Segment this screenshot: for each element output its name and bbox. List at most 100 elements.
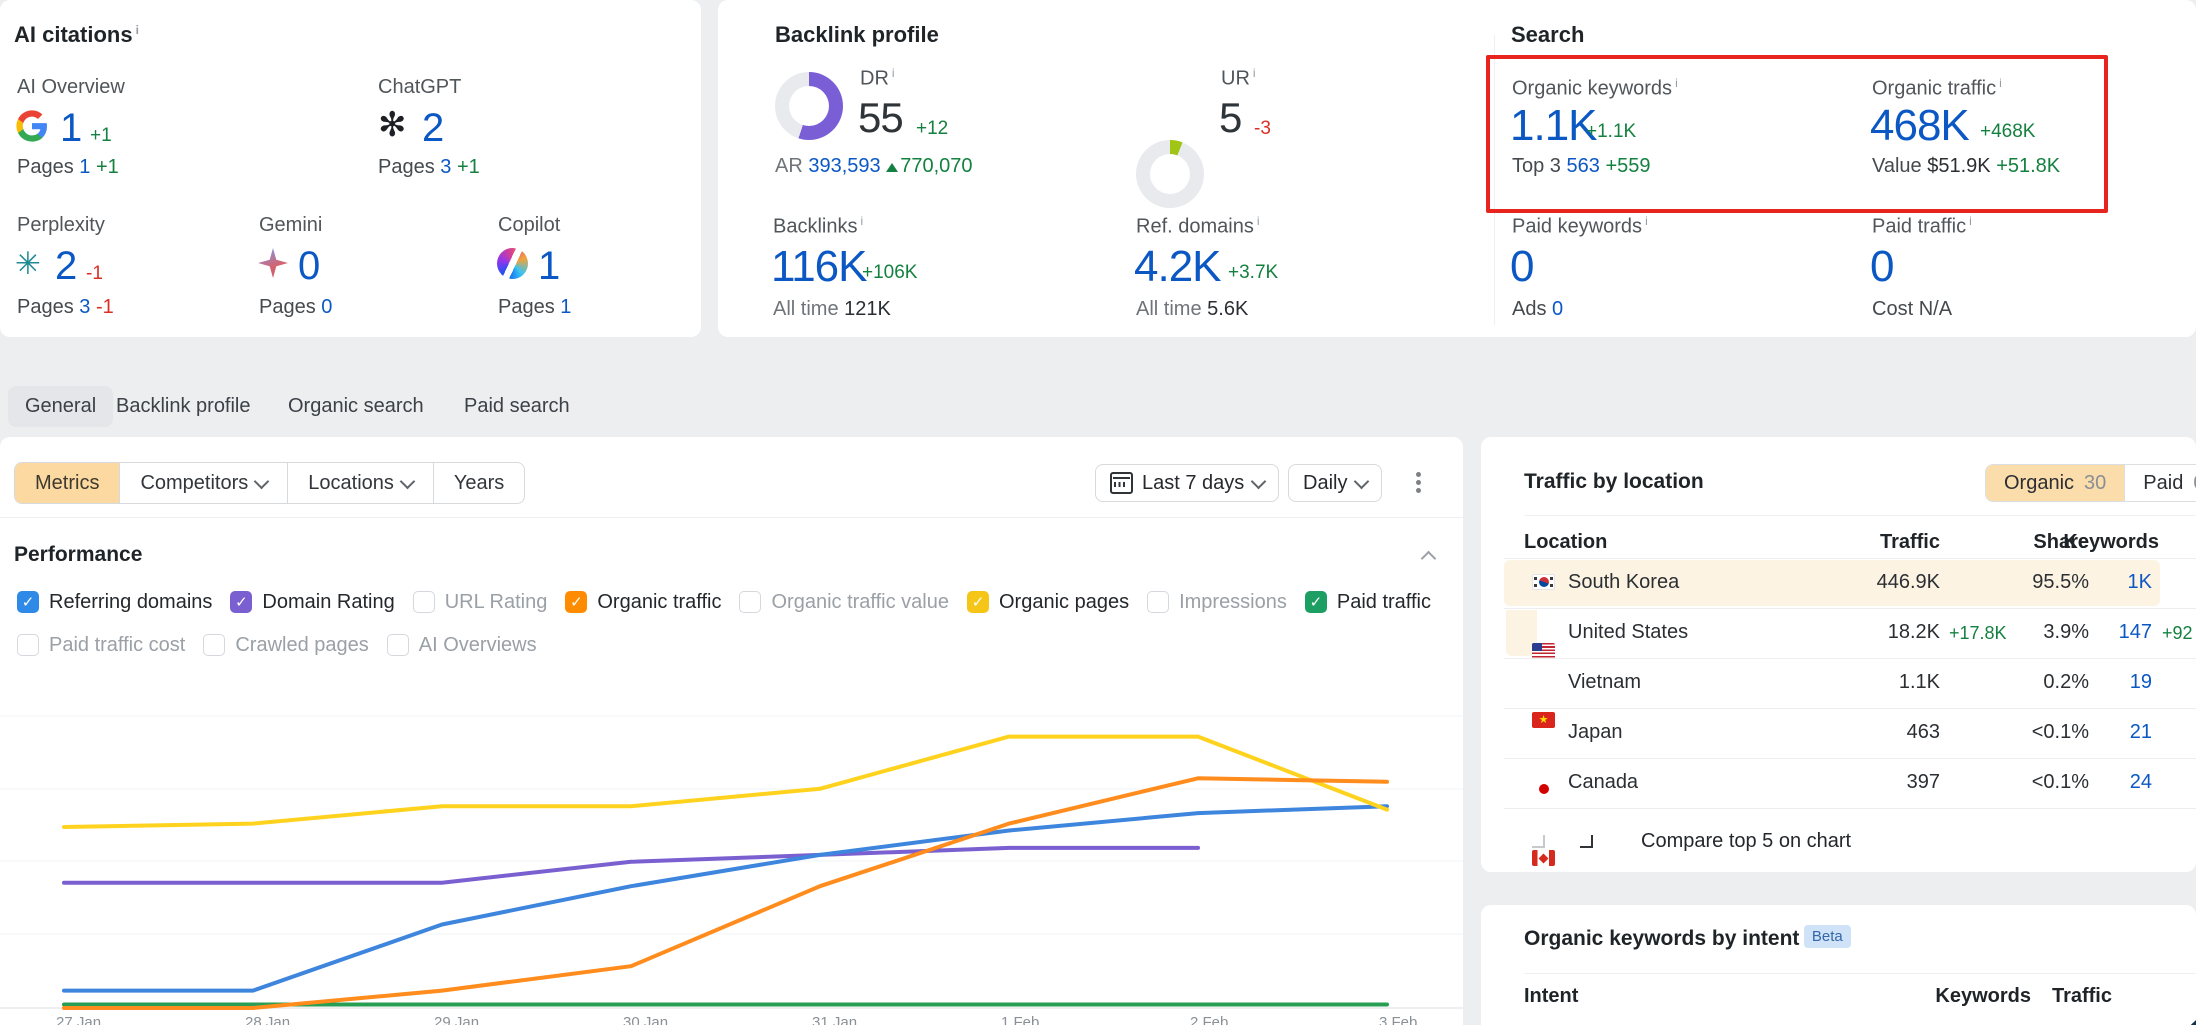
traffic-value: 446.9K	[1801, 571, 1940, 594]
organic-traffic-value[interactable]: 468K	[1870, 101, 1969, 151]
tab-general[interactable]: General	[8, 386, 113, 427]
tab-paid-search[interactable]: Paid search	[464, 395, 570, 418]
ur-value: 5	[1219, 94, 1241, 142]
granularity-button[interactable]: Daily	[1288, 464, 1382, 502]
share-value: <0.1%	[2001, 771, 2089, 794]
google-icon	[15, 109, 49, 148]
column-header-intent[interactable]: Intent	[1524, 985, 1578, 1008]
refdomains-value[interactable]: 4.2K	[1134, 242, 1221, 292]
toggle-organic[interactable]: Organic30	[1986, 465, 2124, 501]
checkbox-organic-traffic[interactable]: Organic traffic	[565, 591, 721, 614]
x-axis-labels: 27 Jan28 Jan29 Jan30 Jan31 Jan1 Feb2 Feb…	[0, 1014, 1463, 1025]
checkbox-impressions[interactable]: Impressions	[1147, 591, 1287, 614]
refdomains-label: Ref. domainsi	[1136, 214, 1260, 239]
divider	[1524, 973, 2196, 974]
organic-paid-toggle: Organic30 Paid0	[1985, 464, 2196, 502]
perplexity-icon: ✳	[15, 248, 41, 280]
traffic-value: 18.2K	[1801, 621, 1940, 644]
metrics-segment[interactable]: Metrics	[15, 463, 119, 503]
locations-segment[interactable]: Locations	[287, 463, 433, 503]
performance-line-chart[interactable]	[0, 655, 1463, 1025]
filter-segmented-control: Metrics Competitors Locations Years	[14, 462, 525, 504]
column-header-keywords[interactable]: Keywords	[2048, 531, 2159, 554]
share-value: 3.9%	[2001, 621, 2089, 644]
x-axis-label: 27 Jan	[56, 1014, 101, 1025]
kebab-menu-icon[interactable]	[1412, 468, 1425, 497]
checkbox-organic-pages[interactable]: Organic pages	[967, 591, 1129, 614]
checkbox-label: Paid traffic	[1337, 591, 1431, 614]
backlink-profile-title: Backlink profile	[775, 22, 939, 48]
years-segment[interactable]: Years	[433, 463, 524, 503]
checkbox-box	[17, 634, 39, 656]
dr-value: 55	[858, 94, 903, 142]
series-domain-rating	[64, 848, 1198, 883]
search-title: Search	[1511, 22, 1584, 48]
info-icon[interactable]: i	[1253, 66, 1256, 80]
keywords-value[interactable]: 1K	[2106, 571, 2152, 594]
info-icon[interactable]: i	[1999, 76, 2002, 90]
keywords-value[interactable]: 24	[2106, 771, 2152, 794]
table-row[interactable]: South Korea 446.9K 95.5% 1K	[1481, 437, 2196, 456]
checkbox-paid-traffic[interactable]: Paid traffic	[1305, 591, 1431, 614]
x-axis-label: 1 Feb	[1001, 1014, 1039, 1025]
checkbox-referring-domains[interactable]: Referring domains	[17, 591, 212, 614]
cost-line: Cost N/A	[1872, 298, 1952, 321]
organic-traffic-label: Organic traffici	[1872, 76, 2002, 101]
info-icon[interactable]: i	[1645, 214, 1648, 228]
checkbox-label: Impressions	[1179, 591, 1287, 614]
column-header-traffic[interactable]: Traffic	[2046, 985, 2112, 1008]
checkbox-paid-traffic-cost[interactable]: Paid traffic cost	[17, 634, 185, 657]
keywords-by-intent-title: Organic keywords by intent Beta	[1524, 925, 1851, 951]
copilot-label: Copilot	[498, 214, 560, 237]
ai-overview-pages: Pages 1 +1	[17, 156, 119, 179]
ur-donut	[1136, 140, 1204, 208]
checkbox-label: Crawled pages	[235, 634, 368, 657]
info-icon[interactable]: i	[892, 66, 895, 80]
paid-keywords-value[interactable]: 0	[1510, 242, 1533, 292]
chevron-right-icon[interactable]	[1580, 835, 1593, 848]
column-header-location[interactable]: Location	[1524, 531, 1607, 554]
checkbox-ai-overviews[interactable]: AI Overviews	[387, 634, 537, 657]
column-header-keywords[interactable]: Keywords	[1911, 985, 2031, 1008]
tab-backlink-profile[interactable]: Backlink profile	[116, 395, 251, 418]
beta-badge: Beta	[1804, 925, 1851, 948]
checkbox-domain-rating[interactable]: Domain Rating	[230, 591, 394, 614]
ads-line: Ads 0	[1512, 298, 1563, 321]
location-name: Vietnam	[1568, 671, 1641, 694]
info-icon[interactable]: i	[860, 214, 863, 228]
checkbox-box	[1147, 591, 1169, 613]
paid-traffic-value[interactable]: 0	[1870, 242, 1893, 292]
ai-overview-value: 1	[60, 106, 81, 151]
share-value: 95.5%	[2001, 571, 2089, 594]
dashboard: AI citationsi AI Overview 1 +1 Pages 1 +…	[0, 0, 2196, 1025]
info-icon[interactable]: i	[1257, 214, 1260, 228]
checkbox-url-rating[interactable]: URL Rating	[413, 591, 548, 614]
competitors-segment[interactable]: Competitors	[119, 463, 287, 503]
dr-donut	[775, 72, 843, 140]
info-icon[interactable]: i	[1675, 76, 1678, 90]
chevron-left-icon[interactable]	[1532, 835, 1545, 848]
keywords-value[interactable]: 21	[2106, 721, 2152, 744]
traffic-by-location-title: Traffic by location	[1524, 470, 1704, 494]
checkbox-organic-traffic-value[interactable]: Organic traffic value	[739, 591, 949, 614]
checkbox-crawled-pages[interactable]: Crawled pages	[203, 634, 368, 657]
chatgpt-icon: ✻	[378, 108, 407, 142]
date-range-button[interactable]: Last 7 days	[1095, 464, 1279, 502]
chatgpt-value: 2	[422, 106, 443, 151]
ur-label: URi	[1221, 66, 1256, 91]
column-header-traffic[interactable]: Traffic	[1811, 531, 1940, 554]
gemini-pages: Pages 0	[259, 296, 332, 319]
compare-top5-link[interactable]: Compare top 5 on chart	[1641, 830, 1851, 853]
perplexity-label: Perplexity	[17, 214, 105, 237]
info-icon[interactable]: i	[1969, 214, 1972, 228]
toggle-paid[interactable]: Paid0	[2124, 465, 2196, 501]
keywords-value[interactable]: 19	[2106, 671, 2152, 694]
collapse-chevron-up-icon[interactable]	[1421, 551, 1437, 567]
backlinks-value[interactable]: 116K	[771, 242, 867, 292]
info-icon[interactable]: i	[136, 23, 139, 37]
keywords-by-intent-card: Organic keywords by intent Beta Intent K…	[1481, 905, 2196, 1025]
keywords-value[interactable]: 147	[2106, 621, 2152, 644]
tab-organic-search[interactable]: Organic search	[288, 395, 424, 418]
ai-citations-card: AI citationsi AI Overview 1 +1 Pages 1 +…	[0, 0, 701, 337]
organic-keywords-value[interactable]: 1.1K	[1510, 101, 1597, 151]
